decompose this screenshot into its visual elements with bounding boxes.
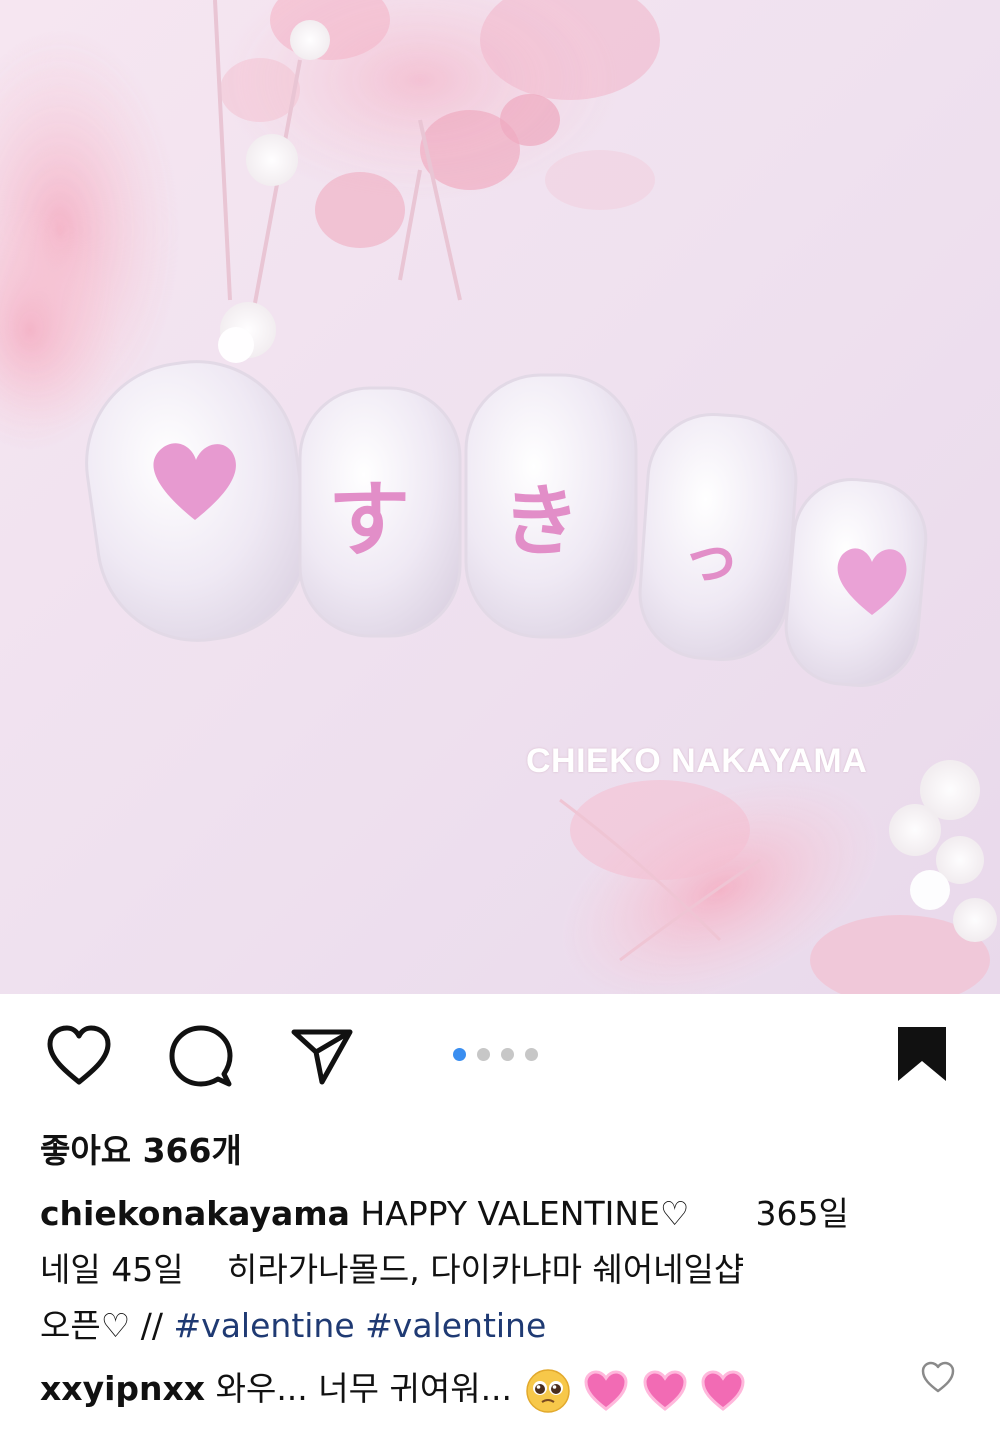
post-caption: chiekonakayama HAPPY VALENTINE♡ 365일 네일 …: [40, 1186, 940, 1354]
comment-text: 와우... 너무 귀여워...: [215, 1369, 513, 1408]
likes-count[interactable]: 좋아요 366개: [40, 1124, 242, 1172]
carousel-dot: [477, 1048, 490, 1061]
paper-plane-icon: [291, 1029, 353, 1085]
carousel-dot: [525, 1048, 538, 1061]
caption-text-line1: HAPPY VALENTINE♡ 365일: [360, 1194, 849, 1233]
sparkling-heart-icon: [701, 1369, 745, 1411]
photo-watermark: CHIEKO NAKAYAMA: [526, 742, 868, 780]
comment-button[interactable]: [168, 1024, 234, 1094]
caption-username[interactable]: chiekonakayama: [40, 1194, 350, 1233]
hashtag-link[interactable]: #valentine: [365, 1306, 546, 1345]
sparkling-heart-icon: [643, 1369, 687, 1411]
svg-text:す: す: [328, 473, 410, 568]
carousel-dot: [501, 1048, 514, 1061]
post-photo[interactable]: す き っ CHIEKO NAKAYAMA: [0, 0, 1000, 994]
caption-text-line3: 오픈♡ //: [40, 1306, 164, 1345]
share-button[interactable]: [290, 1026, 354, 1090]
pleading-face-icon: [525, 1368, 570, 1413]
comment-username[interactable]: xxyipnxx: [40, 1369, 205, 1408]
carousel-dot: [453, 1048, 466, 1061]
carousel-indicator: [453, 1048, 538, 1061]
caption-text-line2: 네일 45일 히라가나몰드, 다이카냐마 쉐어네일샵: [40, 1250, 745, 1289]
sparkling-heart-icon: [584, 1369, 628, 1411]
comment-like-button[interactable]: [920, 1360, 956, 1398]
speech-bubble-icon: [169, 1025, 233, 1087]
nail-art-image: す き っ: [0, 0, 1000, 994]
heart-outline-icon: [921, 1361, 955, 1393]
bookmark-filled-icon: [898, 1027, 946, 1081]
svg-text:き: き: [502, 477, 580, 567]
heart-outline-icon: [47, 1025, 111, 1085]
save-button[interactable]: [896, 1025, 948, 1087]
svg-text:っ: っ: [682, 524, 740, 592]
comment-row: xxyipnxx 와우... 너무 귀여워...: [40, 1362, 920, 1414]
like-button[interactable]: [46, 1025, 112, 1091]
hashtag-link[interactable]: #valentine: [174, 1306, 355, 1345]
